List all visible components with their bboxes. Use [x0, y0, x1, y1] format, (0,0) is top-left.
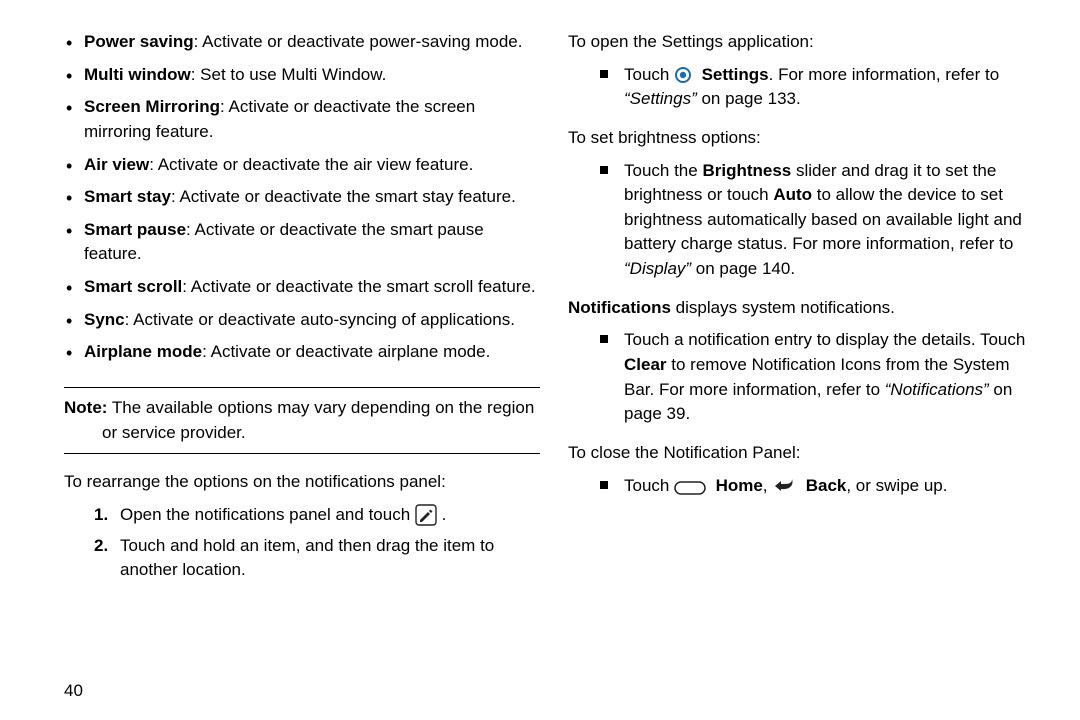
- feature-item: Smart stay: Activate or deactivate the s…: [64, 185, 540, 218]
- step-number: 2.: [94, 534, 108, 559]
- page-number: 40: [64, 679, 83, 704]
- steps-list: 1. Open the notifications panel and touc…: [64, 503, 540, 589]
- list-item: Touch a notification entry to display th…: [606, 328, 1044, 433]
- desc: : Activate or deactivate airplane mode.: [202, 342, 490, 361]
- brightness-list: Touch the Brightness slider and drag it …: [568, 159, 1044, 288]
- brightness-label: Brightness: [702, 161, 791, 180]
- list-item: Touch the Brightness slider and drag it …: [606, 159, 1044, 288]
- desc: : Set to use Multi Window.: [191, 65, 387, 84]
- home-label: Home: [716, 476, 763, 495]
- close-panel-lead: To close the Notification Panel:: [568, 441, 1044, 466]
- open-settings-lead: To open the Settings application:: [568, 30, 1044, 55]
- note-body: The available options may vary depending…: [102, 398, 534, 442]
- close-panel-list: Touch Home, Back, or swipe up.: [568, 474, 1044, 505]
- reference: “Settings”: [624, 89, 697, 108]
- term: Smart stay: [84, 187, 171, 206]
- clear-label: Clear: [624, 355, 667, 374]
- text: on page 140.: [691, 259, 795, 278]
- desc: : Activate or deactivate power-saving mo…: [194, 32, 523, 51]
- left-column: Power saving: Activate or deactivate pow…: [64, 30, 540, 589]
- settings-label: Settings: [702, 65, 769, 84]
- term: Power saving: [84, 32, 194, 51]
- feature-item: Power saving: Activate or deactivate pow…: [64, 30, 540, 63]
- feature-item: Sync: Activate or deactivate auto-syncin…: [64, 308, 540, 341]
- step-text-a: Open the notifications panel and touch: [120, 505, 415, 524]
- desc: : Activate or deactivate the air view fe…: [149, 155, 473, 174]
- note-block: Note: The available options may vary dep…: [64, 387, 540, 454]
- feature-item: Smart scroll: Activate or deactivate the…: [64, 275, 540, 308]
- text: , or swipe up.: [846, 476, 947, 495]
- step-2: 2. Touch and hold an item, and then drag…: [94, 534, 540, 589]
- back-icon: [772, 477, 796, 495]
- list-item: Touch Settings. For more information, re…: [606, 63, 1044, 118]
- notifications-line: Notifications displays system notificati…: [568, 296, 1044, 321]
- open-settings-list: Touch Settings. For more information, re…: [568, 63, 1044, 118]
- notifications-list: Touch a notification entry to display th…: [568, 328, 1044, 433]
- feature-list: Power saving: Activate or deactivate pow…: [64, 30, 540, 373]
- right-column: To open the Settings application: Touch …: [568, 30, 1044, 589]
- feature-item: Airplane mode: Activate or deactivate ai…: [64, 340, 540, 373]
- term: Air view: [84, 155, 149, 174]
- text: Touch: [624, 65, 674, 84]
- auto-label: Auto: [773, 185, 812, 204]
- text: Touch a notification entry to display th…: [624, 330, 1025, 349]
- step-number: 1.: [94, 503, 108, 528]
- feature-item: Screen Mirroring: Activate or deactivate…: [64, 95, 540, 152]
- step-text-b: .: [442, 505, 447, 524]
- home-icon: [674, 481, 706, 495]
- notifications-label: Notifications: [568, 298, 671, 317]
- text: . For more information, refer to: [769, 65, 1000, 84]
- edit-icon: [415, 504, 437, 526]
- text: Touch: [624, 476, 674, 495]
- feature-item: Smart pause: Activate or deactivate the …: [64, 218, 540, 275]
- term: Multi window: [84, 65, 191, 84]
- term: Smart pause: [84, 220, 186, 239]
- text: displays system notifications.: [671, 298, 895, 317]
- term: Airplane mode: [84, 342, 202, 361]
- note-label: Note:: [64, 398, 107, 417]
- reference: “Display”: [624, 259, 691, 278]
- text: Touch the: [624, 161, 702, 180]
- brightness-lead: To set brightness options:: [568, 126, 1044, 151]
- rearrange-lead: To rearrange the options on the notifica…: [64, 470, 540, 495]
- desc: : Activate or deactivate the smart scrol…: [182, 277, 535, 296]
- feature-item: Multi window: Set to use Multi Window.: [64, 63, 540, 96]
- desc: : Activate or deactivate auto-syncing of…: [125, 310, 515, 329]
- text: on page 133.: [697, 89, 801, 108]
- term: Sync: [84, 310, 125, 329]
- reference: “Notifications”: [885, 380, 989, 399]
- step-1: 1. Open the notifications panel and touc…: [94, 503, 540, 534]
- sep: ,: [763, 476, 772, 495]
- settings-icon: [674, 66, 692, 84]
- desc: : Activate or deactivate the smart stay …: [171, 187, 516, 206]
- term: Smart scroll: [84, 277, 182, 296]
- step-text: Touch and hold an item, and then drag th…: [120, 536, 494, 580]
- feature-item: Air view: Activate or deactivate the air…: [64, 153, 540, 186]
- term: Screen Mirroring: [84, 97, 220, 116]
- back-label: Back: [806, 476, 847, 495]
- list-item: Touch Home, Back, or swipe up.: [606, 474, 1044, 505]
